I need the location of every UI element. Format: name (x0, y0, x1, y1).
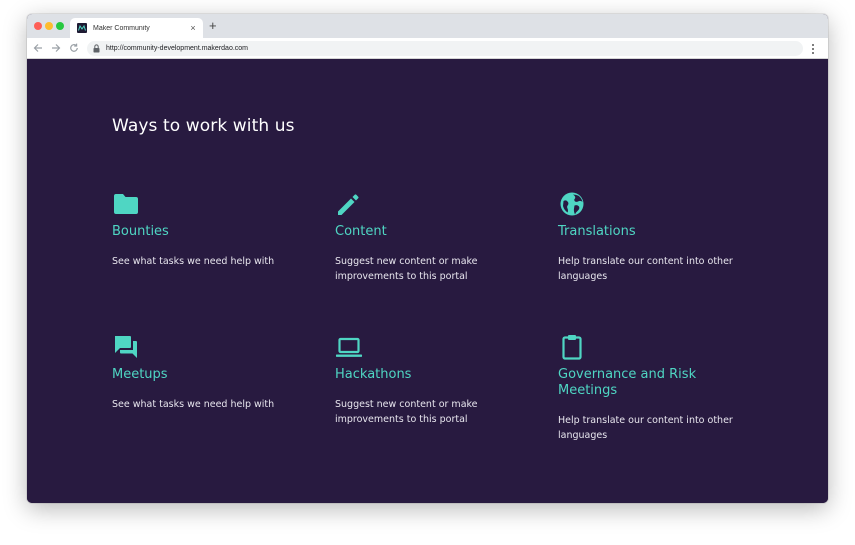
card-governance-risk-meetings[interactable]: Governance and Risk Meetings Help transl… (558, 333, 738, 443)
card-title[interactable]: Translations (558, 224, 738, 240)
new-tab-button[interactable]: + (209, 19, 217, 33)
lock-icon (93, 44, 101, 53)
tab-close-icon[interactable]: × (188, 23, 198, 33)
back-arrow-icon[interactable] (32, 42, 44, 54)
card-description: Help translate our content into other la… (558, 415, 733, 441)
browser-menu-icon[interactable] (810, 44, 816, 54)
tab-bar: Maker Community × + (27, 14, 828, 38)
card-hackathons[interactable]: Hackathons Suggest new content or make i… (335, 333, 515, 427)
url-text: http://community-development.makerdao.co… (106, 45, 249, 52)
page-title: Ways to work with us (112, 116, 295, 136)
forward-arrow-icon[interactable] (50, 42, 62, 54)
laptop-icon (336, 337, 362, 357)
card-translations[interactable]: Translations Help translate our content … (558, 190, 738, 284)
card-title[interactable]: Content (335, 224, 515, 240)
card-description: See what tasks we need help with (112, 256, 275, 267)
address-bar[interactable]: http://community-development.makerdao.co… (87, 41, 803, 56)
card-description: Suggest new content or make improvements… (335, 399, 478, 425)
card-description: Help translate our content into other la… (558, 256, 733, 282)
card-description: See what tasks we need help with (112, 399, 275, 410)
page-content: Ways to work with us Bounties See what t… (27, 59, 828, 503)
minimize-window-button[interactable] (45, 22, 53, 30)
card-title[interactable]: Meetups (112, 367, 292, 383)
browser-window: Maker Community × + http://community-dev… (27, 14, 828, 503)
card-content[interactable]: Content Suggest new content or make impr… (335, 190, 515, 284)
card-meetups[interactable]: Meetups See what tasks we need help with (112, 333, 292, 412)
maker-favicon-icon (77, 23, 87, 33)
clipboard-icon (562, 335, 582, 360)
chat-bubbles-icon (115, 336, 137, 358)
close-window-button[interactable] (34, 22, 42, 30)
card-title[interactable]: Governance and Risk Meetings (558, 367, 738, 399)
folder-icon (114, 194, 138, 214)
reload-icon[interactable] (68, 42, 80, 54)
card-description: Suggest new content or make improvements… (335, 256, 478, 282)
browser-toolbar: http://community-development.makerdao.co… (27, 38, 828, 59)
card-bounties[interactable]: Bounties See what tasks we need help wit… (112, 190, 292, 269)
maximize-window-button[interactable] (56, 22, 64, 30)
globe-icon (560, 192, 584, 216)
pencil-icon (338, 194, 359, 215)
card-title[interactable]: Hackathons (335, 367, 515, 383)
browser-tab[interactable]: Maker Community × (70, 18, 203, 38)
card-title[interactable]: Bounties (112, 224, 292, 240)
tab-title: Maker Community (93, 24, 150, 32)
